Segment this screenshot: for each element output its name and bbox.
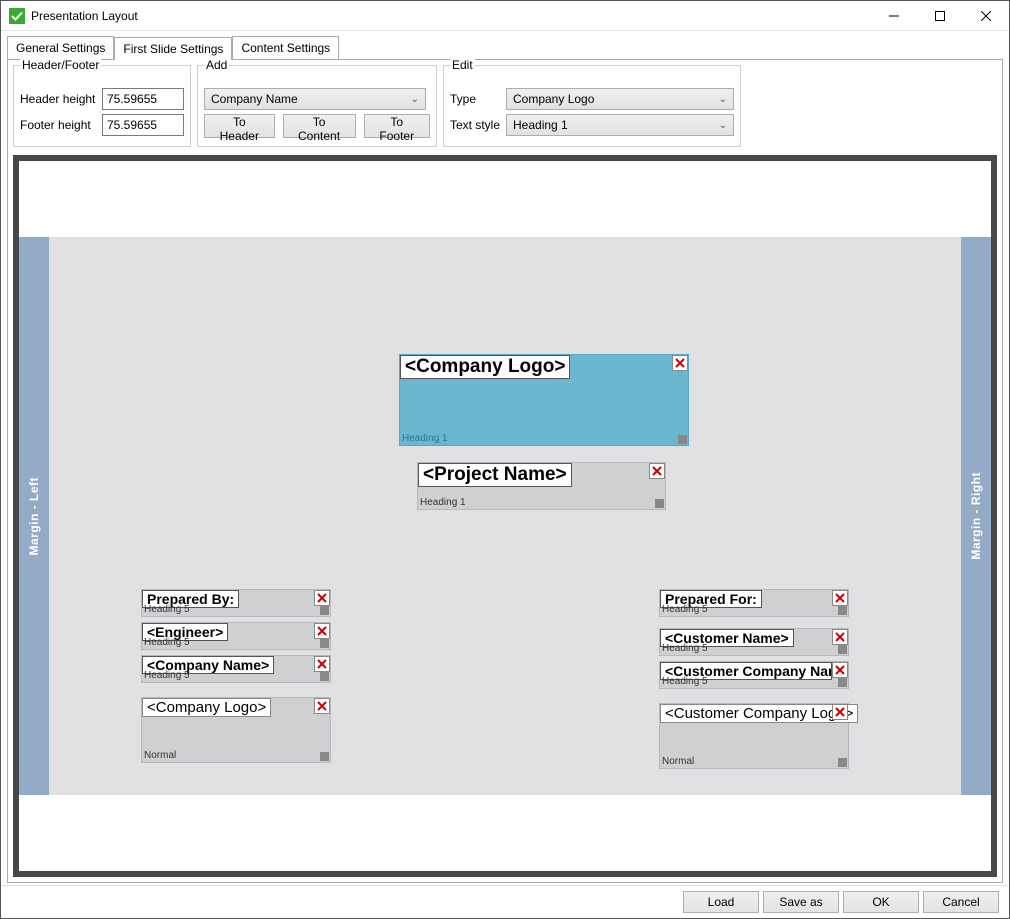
slide-preview[interactable]: Margin - Left Margin - Right <Company Lo…	[19, 161, 991, 871]
delete-icon[interactable]	[314, 698, 330, 714]
layout-item-style: Heading 5	[662, 604, 708, 615]
group-legend: Edit	[450, 58, 475, 72]
layout-item-company-name[interactable]: <Company Name>Heading 5	[141, 655, 331, 683]
delete-icon[interactable]	[314, 656, 330, 672]
resize-grip[interactable]	[678, 435, 687, 444]
app-icon	[9, 8, 25, 24]
add-type-value: Company Name	[211, 92, 298, 106]
tab-general-settings[interactable]: General Settings	[7, 36, 114, 60]
layout-item-style: Normal	[662, 756, 694, 767]
delete-icon[interactable]	[832, 704, 848, 720]
group-legend: Add	[204, 58, 229, 72]
edit-type-combo[interactable]: Company Logo ⌄	[506, 88, 734, 110]
edit-style-label: Text style	[450, 118, 500, 132]
margin-left-bar: Margin - Left	[19, 237, 49, 795]
group-add: Add Company Name ⌄ To Header To Content …	[197, 65, 437, 147]
cancel-button[interactable]: Cancel	[923, 891, 999, 913]
margin-right-bar: Margin - Right	[961, 237, 991, 795]
group-header-footer: Header/Footer Header height Footer heigh…	[13, 65, 191, 147]
footer-height-input[interactable]	[102, 114, 184, 136]
delete-icon[interactable]	[832, 629, 848, 645]
layout-item-company-logo[interactable]: <Company Logo> Heading 1	[399, 354, 689, 446]
layout-item-style: Heading 5	[144, 604, 190, 615]
edit-style-combo[interactable]: Heading 1 ⌄	[506, 114, 734, 136]
tab-content-settings[interactable]: Content Settings	[232, 36, 339, 60]
delete-icon[interactable]	[672, 355, 688, 371]
window-controls	[871, 1, 1009, 31]
layout-item-prepared-by[interactable]: Prepared By:Heading 5	[141, 589, 331, 617]
window-title: Presentation Layout	[31, 9, 138, 23]
margin-right-label: Margin - Right	[969, 472, 983, 560]
layout-item-title: <Customer Company Logo>	[660, 704, 858, 723]
delete-icon[interactable]	[832, 662, 848, 678]
chevron-down-icon: ⌄	[719, 94, 727, 105]
layout-item-title: <Project Name>	[418, 463, 572, 487]
group-edit: Edit Type Company Logo ⌄ Text style Head…	[443, 65, 741, 147]
resize-grip[interactable]	[838, 645, 847, 654]
save-as-button[interactable]: Save as	[763, 891, 839, 913]
layout-item-title: <Company Logo>	[142, 698, 271, 717]
chevron-down-icon: ⌄	[719, 120, 727, 131]
resize-grip[interactable]	[655, 499, 664, 508]
layout-item-title: <Company Logo>	[400, 355, 570, 379]
resize-grip[interactable]	[320, 752, 329, 761]
close-button[interactable]	[963, 1, 1009, 31]
preview-container: Margin - Left Margin - Right <Company Lo…	[13, 155, 997, 877]
header-height-input[interactable]	[102, 88, 184, 110]
resize-grip[interactable]	[838, 758, 847, 767]
add-type-combo[interactable]: Company Name ⌄	[204, 88, 426, 110]
to-header-button[interactable]: To Header	[204, 114, 275, 138]
layout-item-style: Heading 5	[144, 670, 190, 681]
footer-height-label: Footer height	[20, 118, 96, 132]
resize-grip[interactable]	[838, 606, 847, 615]
to-footer-button[interactable]: To Footer	[364, 114, 430, 138]
group-legend: Header/Footer	[20, 58, 101, 72]
minimize-button[interactable]	[871, 1, 917, 31]
layout-item-customer-company-logo[interactable]: <Customer Company Logo>Normal	[659, 703, 849, 769]
margin-left-label: Margin - Left	[27, 477, 41, 556]
tab-first-slide-settings[interactable]: First Slide Settings	[114, 37, 232, 60]
layout-item-style: Heading 5	[662, 676, 708, 687]
tab-panel: Header/Footer Header height Footer heigh…	[7, 59, 1003, 883]
edit-type-label: Type	[450, 92, 500, 106]
chevron-down-icon: ⌄	[411, 94, 419, 105]
layout-item-customer-company-name[interactable]: <Customer Company Name>Heading 5	[659, 661, 849, 689]
maximize-button[interactable]	[917, 1, 963, 31]
layout-item-style: Heading 5	[662, 643, 708, 654]
resize-grip[interactable]	[320, 639, 329, 648]
layout-item-project-name[interactable]: <Project Name> Heading 1	[417, 462, 666, 510]
resize-grip[interactable]	[838, 678, 847, 687]
layout-item-style: Heading 5	[144, 637, 190, 648]
edit-type-value: Company Logo	[513, 92, 594, 106]
header-height-label: Header height	[20, 92, 96, 106]
edit-style-value: Heading 1	[513, 118, 568, 132]
tab-bar: General Settings First Slide Settings Co…	[1, 31, 1009, 59]
layout-item-customer-name[interactable]: <Customer Name>Heading 5	[659, 628, 849, 656]
slide-canvas[interactable]: Margin - Left Margin - Right <Company Lo…	[19, 237, 991, 795]
layout-item-prepared-for[interactable]: Prepared For:Heading 5	[659, 589, 849, 617]
to-content-button[interactable]: To Content	[283, 114, 356, 138]
layout-item-style: Heading 1	[402, 433, 448, 444]
delete-icon[interactable]	[314, 590, 330, 606]
delete-icon[interactable]	[832, 590, 848, 606]
layout-item-style: Heading 1	[420, 497, 466, 508]
ok-button[interactable]: OK	[843, 891, 919, 913]
layout-item-style: Normal	[144, 750, 176, 761]
delete-icon[interactable]	[314, 623, 330, 639]
layout-item-engineer[interactable]: <Engineer>Heading 5	[141, 622, 331, 650]
delete-icon[interactable]	[649, 463, 665, 479]
layout-item-company-logo-small[interactable]: <Company Logo> Normal	[141, 697, 331, 763]
resize-grip[interactable]	[320, 672, 329, 681]
dialog-footer: Load Save as OK Cancel	[1, 885, 1009, 918]
title-bar: Presentation Layout	[1, 1, 1009, 31]
load-button[interactable]: Load	[683, 891, 759, 913]
resize-grip[interactable]	[320, 606, 329, 615]
